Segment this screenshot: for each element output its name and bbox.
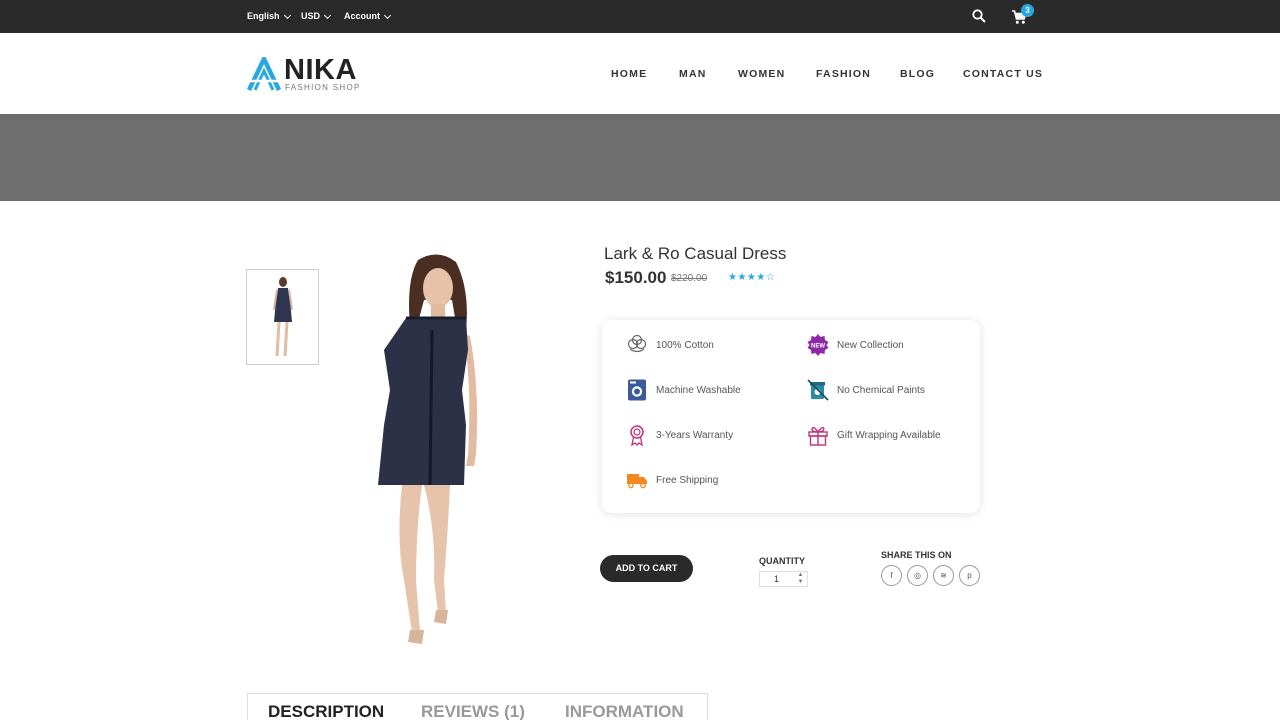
product-price: $150.00 bbox=[605, 268, 667, 287]
feature-no-chemical: No Chemical Paints bbox=[807, 379, 925, 401]
add-to-cart-button[interactable]: ADD TO CART bbox=[600, 555, 693, 582]
warranty-ribbon-icon bbox=[626, 424, 648, 446]
search-icon[interactable] bbox=[972, 9, 986, 23]
chevron-down-icon bbox=[383, 11, 392, 19]
feature-cotton: 100% Cotton bbox=[626, 334, 714, 356]
share-label: SHARE THIS ON bbox=[881, 550, 952, 560]
logo-tagline: FASHION SHOP bbox=[285, 83, 361, 92]
account-menu[interactable]: Account bbox=[344, 11, 392, 21]
product-old-price: $220.00 bbox=[671, 273, 708, 284]
tab-description[interactable]: DESCRIPTION bbox=[268, 702, 384, 720]
logo-name: NIKA bbox=[284, 54, 357, 86]
language-selector[interactable]: English bbox=[247, 11, 291, 21]
tab-information[interactable]: INFORMATION bbox=[565, 702, 684, 720]
cart-count-badge: 3 bbox=[1021, 4, 1034, 17]
truck-icon bbox=[626, 469, 648, 491]
site-logo[interactable]: NIKA FASHION SHOP bbox=[247, 55, 377, 95]
no-chemical-icon bbox=[807, 379, 829, 401]
site-header: NIKA FASHION SHOP HOME MAN WOMEN FASHION… bbox=[0, 33, 1280, 114]
new-badge-text: NEW bbox=[811, 344, 825, 350]
product-title: Lark & Ro Casual Dress bbox=[604, 244, 787, 263]
feature-label: Machine Washable bbox=[656, 384, 741, 396]
washing-machine-icon bbox=[626, 379, 648, 401]
chevron-down-icon bbox=[323, 11, 332, 19]
product-tabs: DESCRIPTION REVIEWS (1) INFORMATION bbox=[247, 693, 708, 720]
nav-contact-us[interactable]: CONTACT US bbox=[963, 68, 1043, 80]
tab-reviews[interactable]: REVIEWS (1) bbox=[421, 702, 525, 720]
chevron-down-icon bbox=[283, 11, 291, 19]
feature-machine-washable: Machine Washable bbox=[626, 379, 741, 401]
quantity-label: QUANTITY bbox=[759, 556, 805, 566]
language-label: English bbox=[247, 11, 280, 21]
quantity-decrease-icon[interactable]: ▼ bbox=[794, 579, 807, 586]
nav-blog[interactable]: BLOG bbox=[900, 68, 935, 80]
feature-gift-wrapping: Gift Wrapping Available bbox=[807, 424, 941, 446]
feature-free-shipping: Free Shipping bbox=[626, 469, 718, 491]
gift-icon bbox=[807, 424, 829, 446]
feature-new-collection: NEW New Collection bbox=[807, 334, 904, 356]
feature-label: No Chemical Paints bbox=[837, 384, 925, 396]
nav-women[interactable]: WOMEN bbox=[738, 68, 785, 80]
quantity-increase-icon[interactable]: ▲ bbox=[794, 572, 807, 579]
feature-label: New Collection bbox=[837, 339, 904, 351]
product-thumbnail[interactable] bbox=[246, 269, 319, 365]
feature-label: 3-Years Warranty bbox=[656, 429, 734, 441]
currency-selector[interactable]: USD bbox=[301, 11, 332, 21]
currency-label: USD bbox=[301, 11, 321, 21]
feature-label: 100% Cotton bbox=[656, 339, 714, 351]
quantity-stepper: ▲ ▼ bbox=[759, 571, 808, 587]
feature-warranty: 3-Years Warranty bbox=[626, 424, 733, 446]
nav-fashion[interactable]: FASHION bbox=[816, 68, 871, 80]
nav-home[interactable]: HOME bbox=[611, 68, 647, 80]
quantity-input[interactable] bbox=[760, 572, 793, 586]
feature-label: Gift Wrapping Available bbox=[837, 429, 941, 441]
dress-thumbnail-image bbox=[273, 277, 293, 357]
facebook-icon[interactable]: f bbox=[881, 565, 902, 586]
page-banner bbox=[0, 114, 1280, 201]
pinterest-icon[interactable]: p bbox=[959, 565, 980, 586]
new-badge-icon: NEW bbox=[807, 334, 829, 356]
cotton-icon bbox=[626, 334, 648, 356]
rss-icon[interactable]: ≋ bbox=[933, 565, 954, 586]
product-main-image bbox=[378, 254, 478, 644]
feature-label: Free Shipping bbox=[656, 474, 719, 486]
instagram-icon[interactable]: ◎ bbox=[907, 565, 928, 586]
account-label: Account bbox=[344, 11, 380, 21]
features-card: 100% Cotton NEW New Collection Machine W… bbox=[602, 320, 980, 513]
rating-stars: ★★★★☆ bbox=[728, 272, 776, 283]
top-bar: English USD Account 3 bbox=[0, 0, 1280, 33]
logo-mark-icon bbox=[247, 57, 282, 91]
nav-man[interactable]: MAN bbox=[679, 68, 707, 80]
